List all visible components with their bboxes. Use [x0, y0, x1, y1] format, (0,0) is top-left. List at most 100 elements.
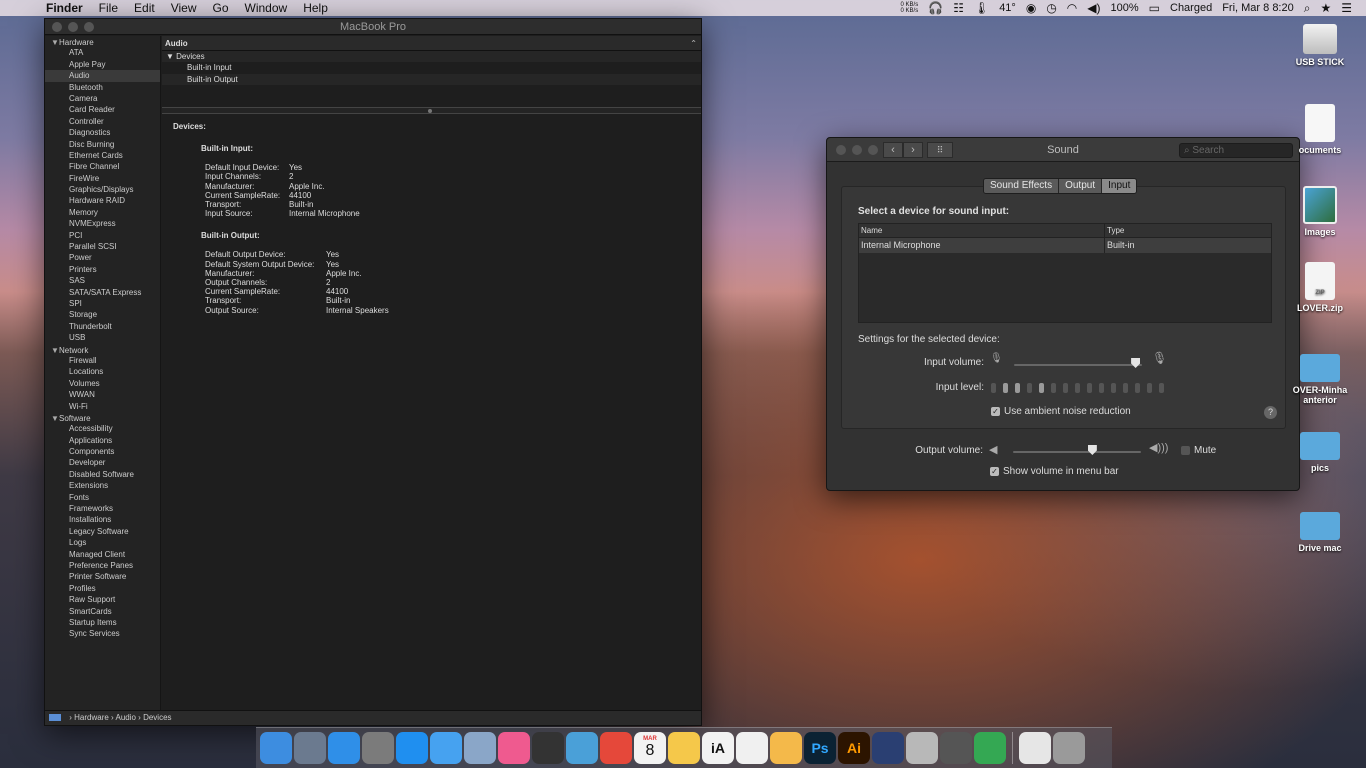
calendar-icon[interactable]: MAR 8	[634, 732, 666, 764]
sidebar-item-power[interactable]: Power	[45, 252, 160, 263]
splitter-handle-icon[interactable]	[428, 109, 432, 114]
sidebar-item-installations[interactable]: Installations	[45, 514, 160, 525]
sidebar-item-sata-sata-express[interactable]: SATA/SATA Express	[45, 287, 160, 298]
chrome-icon[interactable]	[600, 732, 632, 764]
window-titlebar[interactable]: MacBook Pro	[45, 19, 701, 35]
battery-percent[interactable]: 100%	[1111, 2, 1139, 14]
thermometer-icon[interactable]: 🌡	[974, 1, 989, 15]
sidebar-item-storage[interactable]: Storage	[45, 309, 160, 320]
preview-icon[interactable]	[464, 732, 496, 764]
tree-item-built-in-input[interactable]: Built-in Input	[162, 62, 701, 73]
breadcrumb-devices[interactable]: Devices	[143, 713, 171, 722]
desktop-item-lover-zip[interactable]: ZIP LOVER.zip	[1283, 262, 1357, 313]
sidebar-item-smartcards[interactable]: SmartCards	[45, 606, 160, 617]
mute-checkbox[interactable]	[1181, 446, 1190, 455]
tab-sound-effects[interactable]: Sound Effects	[984, 179, 1060, 193]
sidebar-item-sync-services[interactable]: Sync Services	[45, 628, 160, 639]
itunes-icon[interactable]	[498, 732, 530, 764]
breadcrumb-hardware[interactable]: Hardware	[74, 713, 109, 722]
breadcrumb-audio[interactable]: Audio	[115, 713, 135, 722]
sidebar-item-volumes[interactable]: Volumes	[45, 378, 160, 389]
sidebar-item-apple-pay[interactable]: Apple Pay	[45, 59, 160, 70]
sound-titlebar[interactable]: ‹ › ⠿ Sound ⌕ Search	[827, 138, 1299, 162]
sidebar-item-accessibility[interactable]: Accessibility	[45, 423, 160, 434]
green-app-icon[interactable]	[974, 732, 1006, 764]
sidebar-item-memory[interactable]: Memory	[45, 207, 160, 218]
sidebar-item-nvmexpress[interactable]: NVMExpress	[45, 218, 160, 229]
eye-icon[interactable]: ◉	[1026, 1, 1036, 15]
launchpad-icon[interactable]	[294, 732, 326, 764]
sidebar-item-startup-items[interactable]: Startup Items	[45, 617, 160, 628]
notification-center-icon[interactable]: ☰	[1341, 1, 1352, 15]
column-header-name[interactable]: Name	[859, 224, 1105, 237]
sound-zoom-button[interactable]	[868, 145, 878, 155]
sidebar-item-printer-software[interactable]: Printer Software	[45, 571, 160, 582]
disclosure-triangle-icon[interactable]: ▼	[51, 37, 59, 48]
system-preferences-icon[interactable]	[362, 732, 394, 764]
sidebar-item-firewall[interactable]: Firewall	[45, 355, 160, 366]
desktop-item-usb-stick[interactable]: USB STICK	[1283, 20, 1357, 67]
sidebar-item-preference-panes[interactable]: Preference Panes	[45, 560, 160, 571]
show-all-grid-icon[interactable]: ⠿	[927, 142, 953, 158]
notes-icon[interactable]	[668, 732, 700, 764]
sidebar-item-hardware-raid[interactable]: Hardware RAID	[45, 195, 160, 206]
close-button[interactable]	[52, 22, 62, 32]
sidebar-item-profiles[interactable]: Profiles	[45, 583, 160, 594]
mute-row[interactable]: Mute	[1181, 445, 1216, 456]
desktop-item-drive-mac[interactable]: Drive mac	[1283, 504, 1357, 553]
sidebar-item-pci[interactable]: PCI	[45, 230, 160, 241]
show-volume-checkbox[interactable]: ✓	[990, 467, 999, 476]
disclosure-triangle-icon[interactable]: ▼	[51, 413, 59, 424]
sidebar-item-bluetooth[interactable]: Bluetooth	[45, 82, 160, 93]
sidebar-item-diagnostics[interactable]: Diagnostics	[45, 127, 160, 138]
show-volume-row[interactable]: ✓ Show volume in menu bar	[990, 466, 1119, 477]
sidebar-item-thunderbolt[interactable]: Thunderbolt	[45, 321, 160, 332]
headphones-icon[interactable]: 🎧	[928, 1, 943, 15]
illustrator-icon[interactable]: Ai	[838, 732, 870, 764]
star-icon[interactable]: ★	[1320, 1, 1331, 15]
sidebar-item-usb[interactable]: USB	[45, 332, 160, 343]
sidebar-item-locations[interactable]: Locations	[45, 366, 160, 377]
sidebar-item-managed-client[interactable]: Managed Client	[45, 549, 160, 560]
sidebar-item-sas[interactable]: SAS	[45, 275, 160, 286]
sidebar-item-logs[interactable]: Logs	[45, 537, 160, 548]
tree-root[interactable]: ▼ Devices	[162, 51, 701, 63]
input-volume-knob[interactable]	[1131, 358, 1141, 368]
sidebar-item-frameworks[interactable]: Frameworks	[45, 503, 160, 514]
sidebar-group-network[interactable]: ▼Network	[45, 344, 160, 355]
sidebar-item-disabled-software[interactable]: Disabled Software	[45, 469, 160, 480]
ia-writer-icon[interactable]: iA	[702, 732, 734, 764]
sidebar-item-spi[interactable]: SPI	[45, 298, 160, 309]
sliders-icon[interactable]: ☷	[953, 1, 964, 15]
sidebar-item-printers[interactable]: Printers	[45, 264, 160, 275]
sidebar-group-software[interactable]: ▼Software	[45, 412, 160, 423]
menu-edit[interactable]: Edit	[126, 1, 163, 15]
sidebar-item-disc-burning[interactable]: Disc Burning	[45, 139, 160, 150]
tab-input[interactable]: Input	[1102, 179, 1137, 193]
back-button[interactable]: ‹	[883, 142, 903, 158]
network-icon[interactable]	[940, 732, 972, 764]
finder-icon[interactable]	[260, 732, 292, 764]
detail-header[interactable]: Audio ⌃	[162, 36, 701, 51]
desktop-item-over-minha-anterior[interactable]: OVER-Minha anterior	[1283, 346, 1357, 405]
tree-item-built-in-output[interactable]: Built-in Output	[162, 73, 701, 86]
photoshop-icon[interactable]: Ps	[804, 732, 836, 764]
sound-close-button[interactable]	[836, 145, 846, 155]
tab-output[interactable]: Output	[1059, 179, 1103, 193]
noise-reduction-checkbox[interactable]: ✓	[991, 407, 1000, 416]
clock-icon[interactable]: ◷	[1046, 1, 1056, 15]
trash-icon[interactable]	[1053, 732, 1085, 764]
menu-view[interactable]: View	[163, 1, 205, 15]
menu-window[interactable]: Window	[237, 1, 296, 15]
app-store-icon[interactable]	[396, 732, 428, 764]
noise-reduction-row[interactable]: ✓ Use ambient noise reduction	[991, 406, 1131, 417]
sidebar-group-hardware[interactable]: ▼Hardware	[45, 36, 160, 47]
headphones-icon[interactable]	[532, 732, 564, 764]
minimize-button[interactable]	[68, 22, 78, 32]
sidebar-item-wwan[interactable]: WWAN	[45, 389, 160, 400]
column-header-type[interactable]: Type	[1105, 224, 1124, 237]
messages-icon[interactable]	[430, 732, 462, 764]
search-field[interactable]: ⌕ Search	[1179, 143, 1293, 158]
disclosure-triangle-icon[interactable]: ▼	[51, 345, 59, 356]
battery-status[interactable]: Charged	[1170, 2, 1212, 14]
